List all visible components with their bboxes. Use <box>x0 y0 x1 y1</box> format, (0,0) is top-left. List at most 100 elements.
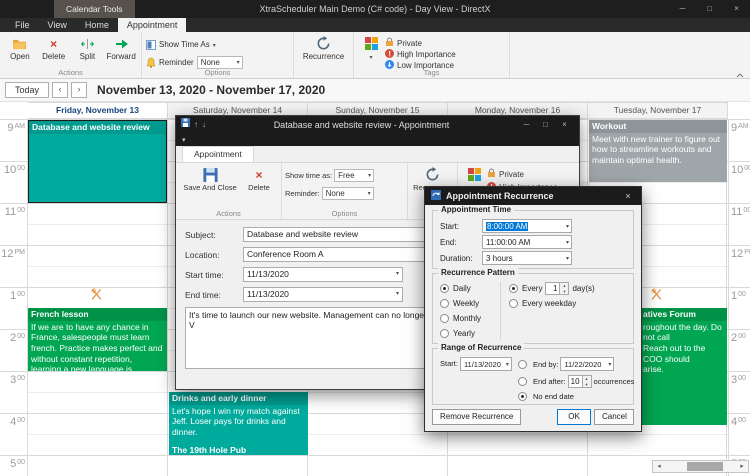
time-label: 9AM <box>731 122 749 134</box>
start-time-select[interactable]: 8:00:00 AM <box>482 219 572 233</box>
show-time-as-select[interactable]: Free <box>334 169 374 182</box>
start-label: Start: <box>440 222 482 231</box>
private-toggle[interactable]: Private <box>487 169 558 179</box>
monthly-radio[interactable]: Monthly <box>440 314 500 323</box>
appointment-database-review[interactable]: Database and website review <box>28 120 167 203</box>
contextual-tab-calendar-tools[interactable]: Calendar Tools <box>54 0 135 18</box>
maximize-button[interactable]: □ <box>696 0 723 18</box>
reminder-bell-icon <box>145 57 156 68</box>
end-by-date-select[interactable]: 11/22/2020 <box>560 357 614 371</box>
previous-day-button[interactable]: ‹ <box>52 82 68 98</box>
stepper-down-icon: ▾ <box>583 382 591 388</box>
tab-appointment[interactable]: Appointment <box>182 146 254 162</box>
recurrence-dialog: Appointment Recurrence × Appointment Tim… <box>424 186 642 432</box>
every-weekday-label: Every weekday <box>522 299 576 308</box>
time-label: 1000 <box>731 164 750 176</box>
scroll-right-button[interactable]: ▸ <box>736 461 748 472</box>
every-weekday-radio[interactable]: Every weekday <box>509 299 626 308</box>
weekly-radio[interactable]: Weekly <box>440 299 500 308</box>
scrollbar-track[interactable] <box>665 461 736 472</box>
day-header-friday[interactable]: Friday, November 13 <box>28 103 168 118</box>
end-after-label: End after: <box>533 377 566 386</box>
recurrence-dialog-icon <box>431 187 441 205</box>
day-count-value: 1 <box>545 282 560 295</box>
save-and-close-button[interactable]: Save And Close <box>179 165 241 192</box>
scrollbar-thumb[interactable] <box>687 462 723 471</box>
duration-value: 3 hours <box>486 254 513 263</box>
show-time-as-label: Show Time As <box>159 40 210 49</box>
end-by-radio[interactable]: End by: 11/22/2020 <box>518 357 634 371</box>
no-end-date-label: No end date <box>533 392 574 401</box>
reminder-select[interactable]: None <box>322 187 374 200</box>
split-button[interactable]: Split <box>71 34 105 61</box>
tab-home[interactable]: Home <box>76 18 118 32</box>
titlebar: XtraScheduler Main Demo (C# code) - Day … <box>0 0 750 18</box>
appointment-french-lesson[interactable]: French lesson If we are to have any chan… <box>28 308 167 371</box>
delete-button[interactable]: Delete <box>37 34 71 61</box>
qat-customize-icon[interactable]: ▾ <box>182 136 186 144</box>
day-header-tuesday[interactable]: Tuesday, November 17 <box>588 103 728 118</box>
dialog-minimize-button[interactable]: ─ <box>517 116 536 134</box>
time-ruler-right: 9AM 1000 1100 12PM 100 200 300 400 500 <box>728 119 750 476</box>
occurrences-value: 10 <box>568 375 583 388</box>
appointment-body: Let's hope I win my match against Jeff. … <box>169 405 308 439</box>
yearly-radio[interactable]: Yearly <box>440 329 500 338</box>
next-day-button[interactable]: › <box>71 82 87 98</box>
recurrence-close-button[interactable]: × <box>621 191 635 201</box>
day-count-stepper[interactable]: 1 ▴▾ <box>545 282 569 295</box>
range-start-value: 11/13/2020 <box>464 360 501 369</box>
appointment-workout[interactable]: Workout Meet with new trainer to figure … <box>589 120 727 182</box>
open-folder-icon <box>11 36 28 51</box>
recurrence-label: Recurrence <box>303 52 344 61</box>
tab-file[interactable]: File <box>6 18 39 32</box>
horizontal-scrollbar[interactable]: ◂ ▸ <box>652 460 749 473</box>
recurrence-button[interactable]: Recurrence <box>297 34 350 61</box>
next-appointment-icon[interactable]: ↓ <box>202 116 206 134</box>
time-label: 12PM <box>731 248 750 260</box>
every-label: Every <box>522 284 542 293</box>
dialog-maximize-button[interactable]: □ <box>536 116 555 134</box>
close-button[interactable]: × <box>723 0 750 18</box>
end-date-input[interactable]: 11/13/2020 <box>243 287 403 302</box>
forward-arrow-icon <box>113 36 130 51</box>
end-time-value: 11:00:00 AM <box>486 238 530 247</box>
private-toggle[interactable]: Private <box>385 38 456 48</box>
split-label: Split <box>80 52 96 61</box>
every-n-days-radio[interactable]: Every 1 ▴▾ day(s) <box>509 284 626 293</box>
no-end-date-radio[interactable]: No end date <box>518 392 634 401</box>
days-suffix-label: day(s) <box>572 284 594 293</box>
tab-view[interactable]: View <box>39 18 76 32</box>
ribbon-group-recurrence: Recurrence <box>294 32 354 78</box>
time-label: 300 <box>10 374 25 386</box>
show-time-as-button[interactable]: Show Time As <box>145 38 243 51</box>
lunch-icon <box>90 288 104 302</box>
time-label: 1100 <box>731 206 750 218</box>
forward-button[interactable]: Forward <box>104 34 138 61</box>
start-date-input[interactable]: 11/13/2020 <box>243 267 403 282</box>
end-time-select[interactable]: 11:00:00 AM <box>482 235 572 249</box>
duration-select[interactable]: 3 hours <box>482 251 572 265</box>
end-after-radio[interactable]: End after: 10 ▴▾ occurrences <box>518 375 634 388</box>
location-label: Location: <box>185 250 243 260</box>
tab-appointment[interactable]: Appointment <box>118 18 187 32</box>
save-icon[interactable] <box>181 116 190 134</box>
occurrences-stepper[interactable]: 10 ▴▾ <box>568 375 592 388</box>
daily-radio[interactable]: Daily <box>440 284 500 293</box>
open-button[interactable]: Open <box>3 34 37 61</box>
remove-recurrence-button[interactable]: Remove Recurrence <box>432 409 521 425</box>
minimize-button[interactable]: ─ <box>669 0 696 18</box>
categorize-button[interactable] <box>357 34 385 61</box>
dialog-group-actions: Save And Close Delete Actions <box>176 163 282 219</box>
cancel-button[interactable]: Cancel <box>594 409 634 425</box>
today-button[interactable]: Today <box>5 82 49 98</box>
delete-button[interactable]: Delete <box>241 165 277 192</box>
delete-label: Delete <box>42 52 65 61</box>
range-start-select[interactable]: 11/13/2020 <box>460 357 512 371</box>
scroll-left-button[interactable]: ◂ <box>653 461 665 472</box>
high-importance-toggle[interactable]: High Importance <box>385 49 456 59</box>
appointment-drinks-dinner[interactable]: Drinks and early dinner Let's hope I win… <box>169 392 308 455</box>
tags-group-label: Tags <box>354 68 509 77</box>
previous-appointment-icon[interactable]: ↑ <box>194 116 198 134</box>
dialog-close-button[interactable]: × <box>555 116 574 134</box>
ok-button[interactable]: OK <box>557 409 591 425</box>
